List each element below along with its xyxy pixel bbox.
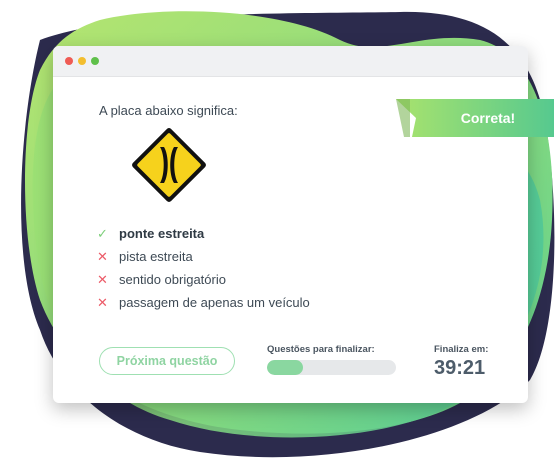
progress-bar-fill <box>267 360 304 375</box>
option-ponte-estreita[interactable]: ✓ ponte estreita <box>97 222 310 245</box>
option-label: ponte estreita <box>119 226 205 241</box>
cross-icon: ✕ <box>97 271 108 287</box>
option-sentido-obrigatorio[interactable]: ✕ sentido obrigatório <box>97 268 310 291</box>
result-ribbon: Correta! <box>396 99 554 137</box>
close-window-button[interactable] <box>65 57 73 65</box>
progress-bar <box>267 360 396 375</box>
result-label: Correta! <box>460 110 516 126</box>
answer-options: ✓ ponte estreita ✕ pista estreita ✕ sent… <box>97 222 310 314</box>
window-titlebar <box>53 46 528 77</box>
timer-label: Finaliza em: <box>434 344 489 355</box>
minimize-window-button[interactable] <box>78 57 86 65</box>
option-label: pista estreita <box>119 249 193 264</box>
progress-label: Questões para finalizar: <box>267 344 375 355</box>
cross-icon: ✕ <box>97 294 108 310</box>
maximize-window-button[interactable] <box>91 57 99 65</box>
option-passagem-um-veiculo[interactable]: ✕ passagem de apenas um veículo <box>97 291 310 314</box>
quiz-window: A placa abaixo significa: Correta! ✓ pon… <box>53 46 554 403</box>
cross-icon: ✕ <box>97 248 108 264</box>
option-label: sentido obrigatório <box>119 272 226 287</box>
check-icon: ✓ <box>97 225 108 241</box>
option-label: passagem de apenas um veículo <box>119 295 310 310</box>
timer-value: 39:21 <box>434 357 486 379</box>
narrow-bridge-sign-icon <box>132 128 206 202</box>
question-text: A placa abaixo significa: <box>99 103 238 118</box>
option-pista-estreita[interactable]: ✕ pista estreita <box>97 245 310 268</box>
next-question-button[interactable]: Próxima questão <box>99 347 235 375</box>
